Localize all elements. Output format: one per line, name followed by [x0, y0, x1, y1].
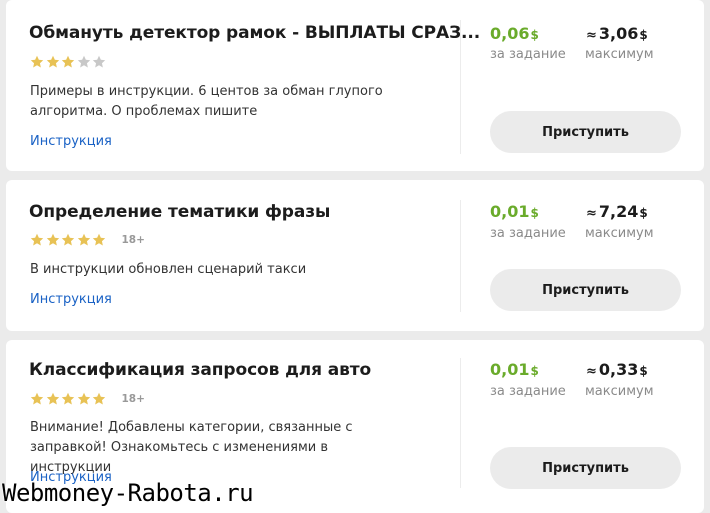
- instruction-link[interactable]: Инструкция: [30, 292, 112, 307]
- star-filled-icon: [77, 392, 91, 406]
- divider: [460, 20, 461, 154]
- price-label: за задание: [490, 384, 566, 399]
- star-filled-icon: [92, 392, 106, 406]
- price-label: за задание: [490, 47, 566, 62]
- star-filled-icon: [30, 233, 44, 247]
- max-earnings: ≈3,06$: [586, 24, 648, 43]
- max-value: 0,33: [598, 360, 639, 379]
- watermark: Webmoney-Rabota.ru: [2, 479, 254, 507]
- approx-symbol: ≈: [586, 206, 597, 221]
- price-label: за задание: [490, 226, 566, 241]
- price-value: 0,06: [490, 24, 530, 43]
- task-description: Примеры в инструкции. 6 центов за обман …: [30, 84, 383, 119]
- approx-symbol: ≈: [586, 364, 597, 379]
- divider: [460, 358, 461, 488]
- max-label: максимум: [585, 47, 654, 62]
- currency-symbol: $: [530, 28, 539, 42]
- max-value: 3,06: [598, 24, 639, 43]
- task-title[interactable]: Классификация запросов для авто: [29, 360, 371, 380]
- star-filled-icon: [46, 392, 60, 406]
- price-per-task: 0,06$: [490, 24, 539, 43]
- star-filled-icon: [92, 233, 106, 247]
- currency-symbol: $: [530, 364, 539, 378]
- rating-stars: 18+: [30, 392, 145, 406]
- start-button[interactable]: Приступить: [490, 269, 681, 311]
- currency-symbol: $: [530, 206, 539, 220]
- task-description: Внимание! Добавлены категории, связанные…: [30, 420, 353, 475]
- task-title[interactable]: Обмануть детектор рамок - ВЫПЛАТЫ СРАЗ..…: [29, 23, 480, 43]
- price-per-task: 0,01$: [490, 202, 539, 221]
- start-button[interactable]: Приступить: [490, 111, 681, 153]
- max-earnings: ≈0,33$: [586, 360, 648, 379]
- max-earnings: ≈7,24$: [586, 202, 648, 221]
- star-filled-icon: [46, 233, 60, 247]
- age-restriction-badge: 18+: [121, 234, 145, 246]
- price-value: 0,01: [490, 202, 530, 221]
- divider: [460, 200, 461, 312]
- star-filled-icon: [61, 392, 75, 406]
- approx-symbol: ≈: [586, 28, 597, 43]
- star-filled-icon: [30, 392, 44, 406]
- star-filled-icon: [61, 55, 75, 69]
- start-button[interactable]: Приступить: [490, 447, 681, 489]
- rating-stars: [30, 55, 108, 69]
- task-card: Определение тематики фразы 18+ В инструк…: [6, 180, 704, 331]
- star-empty-icon: [92, 55, 106, 69]
- star-filled-icon: [46, 55, 60, 69]
- star-filled-icon: [77, 233, 91, 247]
- star-filled-icon: [61, 233, 75, 247]
- max-value: 7,24: [598, 202, 639, 221]
- task-card: Обмануть детектор рамок - ВЫПЛАТЫ СРАЗ..…: [6, 0, 704, 171]
- max-label: максимум: [585, 384, 654, 399]
- star-empty-icon: [77, 55, 91, 69]
- age-restriction-badge: 18+: [121, 393, 145, 405]
- price-value: 0,01: [490, 360, 530, 379]
- currency-symbol: $: [639, 28, 648, 42]
- task-description: В инструкции обновлен сценарий такси: [30, 262, 307, 277]
- task-title[interactable]: Определение тематики фразы: [29, 202, 330, 222]
- rating-stars: 18+: [30, 233, 145, 247]
- currency-symbol: $: [639, 206, 648, 220]
- price-per-task: 0,01$: [490, 360, 539, 379]
- star-filled-icon: [30, 55, 44, 69]
- currency-symbol: $: [639, 364, 648, 378]
- instruction-link[interactable]: Инструкция: [30, 134, 112, 149]
- max-label: максимум: [585, 226, 654, 241]
